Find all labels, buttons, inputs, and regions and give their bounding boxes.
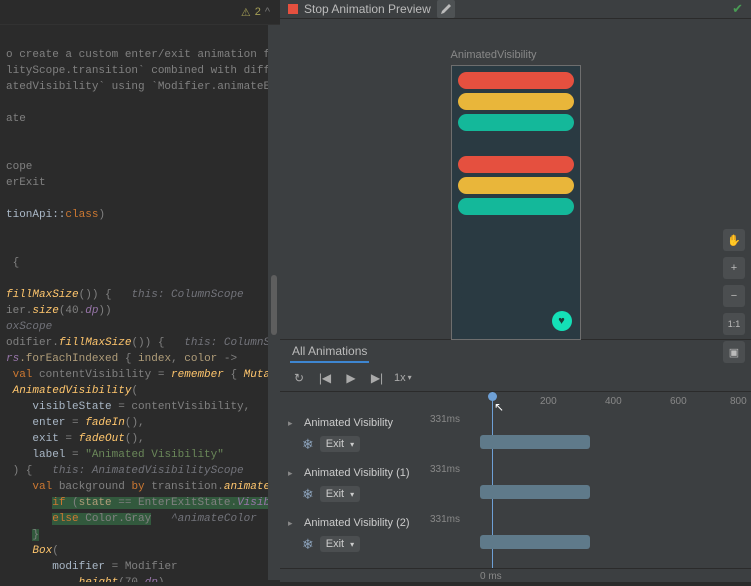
duration-label: 331ms: [430, 464, 460, 475]
animation-body: ▸ Animated Visibility ❄ Exit▾ ▸ Animated Vi…: [280, 392, 751, 568]
pan-button[interactable]: ✋: [723, 229, 745, 251]
color-bar: [458, 219, 574, 236]
animation-name: Animated Visibility (2): [304, 517, 410, 529]
play-button[interactable]: ▶: [342, 369, 360, 387]
preview-tools: ✋ + − 1:1 ▣: [723, 229, 745, 363]
stop-icon[interactable]: [288, 4, 298, 14]
zoom-out-button[interactable]: −: [723, 285, 745, 307]
color-bar: [458, 156, 574, 173]
scrollbar-thumb[interactable]: [271, 275, 277, 335]
expand-icon[interactable]: ▸: [288, 518, 298, 529]
device-label: AnimatedVisibility: [451, 49, 581, 61]
animation-timeline[interactable]: 200 400 600 800 1000 ↖ 331ms 331ms 331ms: [470, 392, 751, 568]
color-bar: [458, 240, 574, 257]
freeze-icon[interactable]: ❄: [302, 436, 314, 453]
preview-toolbar: Stop Animation Preview ✔: [280, 0, 751, 19]
device-preview: AnimatedVisibility ♥: [451, 49, 581, 340]
timeline-track[interactable]: [480, 485, 590, 499]
zoom-fit-button[interactable]: ▣: [723, 341, 745, 363]
expand-icon[interactable]: ▸: [288, 468, 298, 479]
edit-button[interactable]: [437, 0, 455, 18]
freeze-icon[interactable]: ❄: [302, 536, 314, 553]
skip-end-button[interactable]: ▶|: [368, 369, 386, 387]
state-selector[interactable]: Exit▾: [320, 436, 360, 452]
freeze-icon[interactable]: ❄: [302, 486, 314, 503]
cursor-icon: ↖: [494, 400, 504, 414]
fab-button[interactable]: ♥: [552, 311, 572, 331]
footer-time-label: 0 ms: [480, 571, 502, 582]
code-editor-pane: ⚠ 2 ^ o create a custom enter/exit anima…: [0, 0, 280, 582]
loop-button[interactable]: ↻: [290, 369, 308, 387]
duration-label: 331ms: [430, 514, 460, 525]
zoom-in-button[interactable]: +: [723, 257, 745, 279]
timeline-track[interactable]: [480, 535, 590, 549]
color-bar: [458, 135, 574, 152]
color-bar: [458, 198, 574, 215]
color-bar: [458, 72, 574, 89]
color-bar: [458, 93, 574, 110]
timeline-footer: 0 ms: [280, 568, 751, 586]
zoom-reset-button[interactable]: 1:1: [723, 313, 745, 335]
editor-scrollbar[interactable]: [268, 25, 280, 580]
editor-status-bar: ⚠ 2 ^: [0, 0, 280, 25]
check-icon: ✔: [732, 1, 743, 17]
state-selector[interactable]: Exit▾: [320, 536, 360, 552]
device-frame: ♥: [451, 65, 581, 340]
animation-name: Animated Visibility (1): [304, 467, 410, 479]
animation-controls: ↻ |◀ ▶ ▶| 1x▾: [280, 364, 751, 392]
color-bar: [458, 261, 574, 278]
timeline-track[interactable]: [480, 435, 590, 449]
warning-icon: ⚠: [241, 6, 251, 19]
chevron-down-icon: ▾: [350, 490, 354, 499]
preview-pane: Stop Animation Preview ✔ AnimatedVisibil…: [280, 0, 751, 582]
color-bar: [458, 114, 574, 131]
warnings-badge[interactable]: ⚠ 2 ^: [241, 6, 270, 19]
expand-icon[interactable]: ▸: [288, 418, 298, 429]
timeline-ruler: 200 400 600 800 1000: [470, 396, 751, 414]
preview-title: Stop Animation Preview: [304, 2, 431, 16]
chevron-up-icon: ^: [265, 6, 270, 18]
chevron-down-icon: ▾: [350, 540, 354, 549]
animation-tabs: All Animations: [280, 340, 751, 364]
color-bar: [458, 177, 574, 194]
animation-name: Animated Visibility: [304, 417, 393, 429]
animation-panel: All Animations ↻ |◀ ▶ ▶| 1x▾ ▸ Animated V…: [280, 339, 751, 586]
tab-all-animations[interactable]: All Animations: [290, 341, 369, 363]
heart-icon: ♥: [558, 315, 565, 327]
preview-stage: AnimatedVisibility ♥ ✋ + − 1:1 ▣: [280, 19, 751, 339]
speed-selector[interactable]: 1x▾: [394, 372, 412, 384]
chevron-down-icon: ▾: [350, 440, 354, 449]
skip-start-button[interactable]: |◀: [316, 369, 334, 387]
chevron-down-icon: ▾: [408, 373, 412, 382]
pencil-icon: [440, 3, 452, 15]
color-bar: [458, 282, 574, 299]
warning-count: 2: [255, 6, 261, 18]
state-selector[interactable]: Exit▾: [320, 486, 360, 502]
duration-label: 331ms: [430, 414, 460, 425]
code-content[interactable]: o create a custom enter/exit animation f…: [0, 25, 280, 582]
